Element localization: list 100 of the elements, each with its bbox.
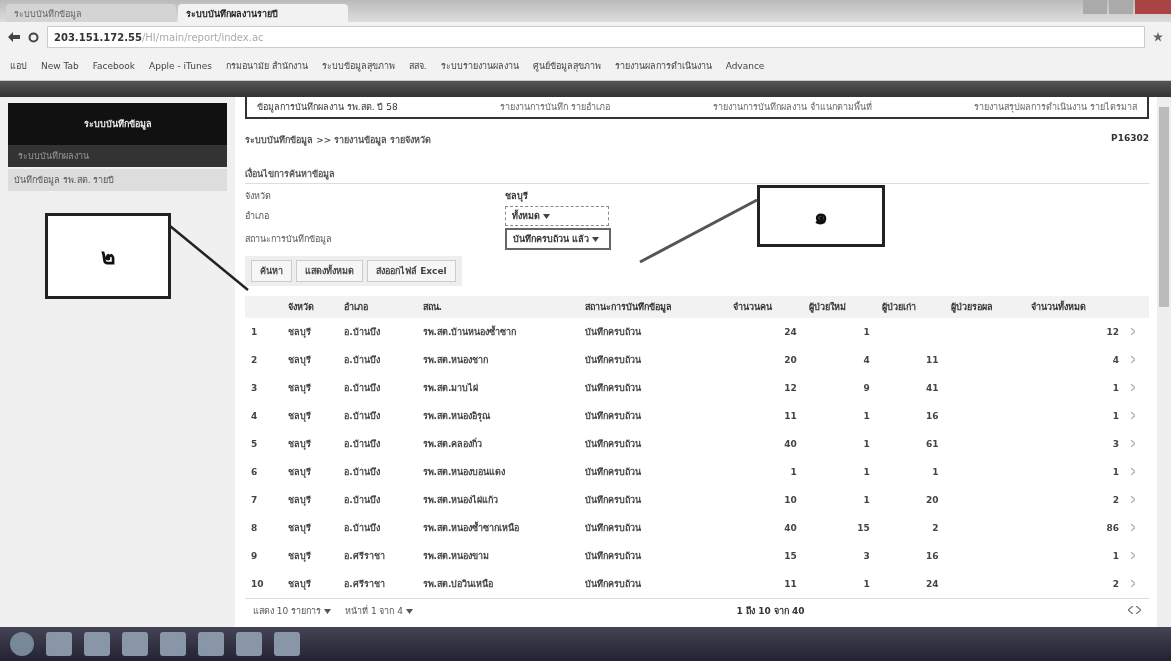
bookmark[interactable]: Advance <box>725 61 765 71</box>
table-cell: รพ.สต.บ้านหนองซ้ำซาก <box>416 318 579 346</box>
table-cell-text: บันทึกครบถ้วน <box>583 522 642 535</box>
browser-tab[interactable]: ระบบบันทึกข้อมูล <box>6 4 176 22</box>
dropdown[interactable]: ทั้งหมด <box>505 206 609 226</box>
chevron-icon[interactable] <box>1131 328 1136 335</box>
chevron-icon[interactable] <box>1131 412 1136 419</box>
address-bar[interactable]: 203.151.172.55/HI/main/report/index.ac <box>47 26 1145 48</box>
page-code: P16302 <box>1111 133 1149 145</box>
dropdown[interactable]: บันทึกครบถ้วน แล้ว <box>505 228 611 250</box>
table-cell-text: อ.บ้านบึง <box>343 522 381 535</box>
previous-icon[interactable] <box>1128 606 1134 614</box>
table-cell: 1 <box>245 318 282 346</box>
table-cell-text: บันทึกครบถ้วน <box>583 550 642 563</box>
taskbar-app-icon[interactable] <box>46 632 72 656</box>
table-cell: 16 <box>925 411 939 421</box>
field-value: ชลบุรี <box>505 190 528 203</box>
table-cell-text: 20 <box>783 354 798 367</box>
table-cell-text: 1 <box>1111 550 1121 563</box>
taskbar-app-icon[interactable] <box>236 632 262 656</box>
table-cell-text: 4 <box>250 410 259 423</box>
bookmark[interactable]: แอป <box>10 59 27 73</box>
menu-tab[interactable]: ข้อมูลการบันทึกผลงาน รพ.สต. ปี 58 <box>257 100 398 114</box>
taskbar-app-icon[interactable] <box>84 632 110 656</box>
chevron-icon[interactable] <box>1131 552 1136 559</box>
table-cell-text: ชลบุรี <box>286 466 312 480</box>
action-button[interactable]: ค้นหา <box>251 260 292 282</box>
table-cell: บันทึกครบถ้วน <box>578 318 727 346</box>
bookmark[interactable]: สสจ. <box>408 59 427 73</box>
chevron-icon[interactable] <box>1131 384 1136 391</box>
sidebar-item[interactable]: บันทึกข้อมูล รพ.สต. รายปี <box>8 169 227 191</box>
next-icon[interactable] <box>1136 606 1141 614</box>
chevron-icon[interactable] <box>1131 356 1136 363</box>
table-cell-text: 1 <box>1111 466 1121 479</box>
chevron-icon[interactable] <box>1131 524 1136 531</box>
table-cell-text: รพ.สต.บ่อวินเหนือ <box>421 577 495 591</box>
table-cell: 16 <box>925 551 939 561</box>
table-cell-text: 15 <box>783 550 798 563</box>
table-cell-text: บันทึกครบถ้วน <box>583 410 642 423</box>
table-cell-text: ชลบุรี <box>286 410 312 424</box>
column-header: จำนวนทั้งหมด <box>1025 296 1126 318</box>
table-cell-text: 7 <box>250 494 259 507</box>
table-cell-text: รพ.สต.หนองอิรุณ <box>421 410 492 424</box>
action-button[interactable]: แสดงทั้งหมด <box>296 260 363 282</box>
chevron-icon[interactable] <box>1131 580 1136 587</box>
table-cell-text: 9 <box>250 550 259 563</box>
table-cell-text: 5 <box>250 438 259 451</box>
taskbar-app-icon[interactable] <box>274 632 300 656</box>
column-header: อำเภอ <box>338 296 417 318</box>
table-cell: ชลบุรี <box>281 318 339 346</box>
bookmark[interactable]: New Tab <box>41 61 79 71</box>
bookmark[interactable]: ระบบรายงานผลงาน <box>440 59 519 73</box>
table-cell-text: อ.ศรีราชา <box>343 550 386 563</box>
table-cell-text: 1 <box>862 438 871 451</box>
taskbar-app-icon[interactable] <box>198 632 224 656</box>
table-cell-text: 3 <box>862 550 871 563</box>
start-icon[interactable] <box>10 632 34 656</box>
browser-tab[interactable]: ระบบบันทึกผลงานรายปี <box>178 4 348 22</box>
bookmark[interactable]: กรมอนามัย สำนักงาน <box>225 59 308 73</box>
bookmark[interactable]: Apple - iTunes <box>149 61 212 71</box>
menu-tab[interactable]: รายงานการบันทึกผลงาน จำแนกตามพื้นที่ <box>712 100 872 114</box>
table-cell-text: 1 <box>789 466 798 479</box>
column-header: ผู้ป่วยใหม่ <box>802 296 876 318</box>
caret-icon <box>324 609 332 614</box>
chevron-icon[interactable] <box>1131 440 1136 447</box>
section-title: เงื่อนไขการค้นหาข้อมูล <box>245 167 1149 184</box>
annotation-box: ๒ <box>45 213 171 299</box>
table-cell: 24 <box>925 579 939 589</box>
chevron-icon[interactable] <box>1131 468 1136 475</box>
table-cell-text: 1 <box>1111 382 1121 395</box>
chevron-icon[interactable] <box>1131 496 1136 503</box>
bookmark[interactable]: รายงานผลการดำเนินงาน <box>614 59 712 73</box>
table-cell-text: 10 <box>783 494 798 507</box>
table-cell-text: รพ.สต.คลองกิ่ว <box>421 436 484 451</box>
menu-tab[interactable]: รายงานสรุปผลการดำเนินงาน รายไตรมาส <box>974 100 1137 114</box>
page-size-dropdown[interactable]: แสดง 10 รายการ <box>253 604 332 618</box>
star-icon[interactable] <box>1153 32 1163 42</box>
column-header: สถานะการบันทึกข้อมูล <box>578 296 727 318</box>
table-cell-text: รพ.สต.มาบไผ่ <box>421 382 480 395</box>
bookmark[interactable]: Facebook <box>92 61 136 71</box>
table-cell-text: บันทึกครบถ้วน <box>583 494 642 507</box>
page-dropdown[interactable]: หน้าที่ 1 จาก 4 <box>345 604 413 618</box>
caret-icon <box>592 237 600 242</box>
table-cell-text: 2 <box>1111 494 1121 507</box>
table-cell-text: รพ.สต.หนองขาม <box>421 550 491 563</box>
table-cell-text: อ.บ้านบึง <box>343 410 381 423</box>
action-button[interactable]: ส่งออกไฟล์ Excel <box>367 260 456 282</box>
taskbar-app-icon[interactable] <box>160 632 186 656</box>
table-cell-text: 3 <box>1111 438 1121 451</box>
table-cell-text: อ.บ้านบึง <box>343 466 381 479</box>
bookmark[interactable]: ระบบข้อมูลสุขภาพ <box>321 59 395 73</box>
reload-icon[interactable] <box>28 31 39 43</box>
menu-tab[interactable]: รายงานการบันทึก รายอำเภอ <box>500 100 611 114</box>
scrollbar[interactable] <box>1157 97 1171 627</box>
caret-icon <box>543 214 551 219</box>
bookmark[interactable]: ศูนย์ข้อมูลสุขภาพ <box>532 59 601 73</box>
table-cell: อ.บ้านบึง <box>338 318 417 346</box>
taskbar-app-icon[interactable] <box>122 632 148 656</box>
back-icon[interactable] <box>8 32 20 42</box>
table-cell: 41 <box>925 383 939 393</box>
